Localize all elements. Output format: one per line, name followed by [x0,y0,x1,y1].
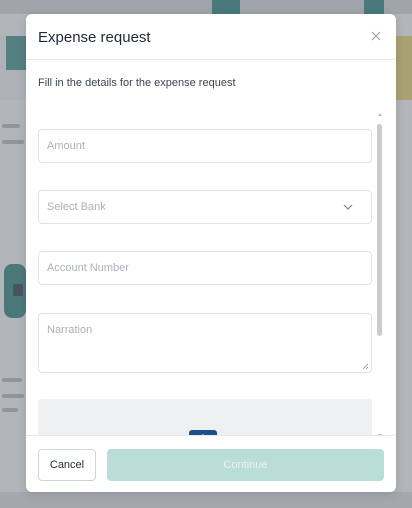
account-number-input[interactable] [47,252,347,284]
cancel-button[interactable]: Cancel [38,449,96,481]
modal-header: Expense request [26,14,396,60]
resize-handle-icon[interactable] [362,363,369,370]
scrollbar-thumb[interactable] [377,124,382,336]
modal-scrollbar[interactable] [376,113,384,435]
close-icon [371,31,381,41]
modal-body: Fill in the details for the expense requ… [26,61,396,435]
amount-input[interactable] [47,130,347,162]
upload-dropzone[interactable] [38,399,372,435]
scroll-up-arrow-icon[interactable] [378,113,382,116]
bank-select-placeholder: Select Bank [47,201,106,213]
modal-footer: Cancel Continue [26,435,396,492]
modal-title: Expense request [38,29,151,46]
narration-textarea[interactable] [47,324,357,364]
chevron-down-icon [343,204,353,210]
expense-request-modal: Expense request Fill in the details for … [26,14,396,492]
amount-field[interactable] [38,129,372,163]
continue-button[interactable]: Continue [107,449,384,481]
form-instructions: Fill in the details for the expense requ… [38,77,236,89]
account-number-field[interactable] [38,251,372,285]
bank-select[interactable]: Select Bank [38,190,372,224]
close-button[interactable] [368,28,384,44]
narration-field[interactable] [38,313,372,373]
